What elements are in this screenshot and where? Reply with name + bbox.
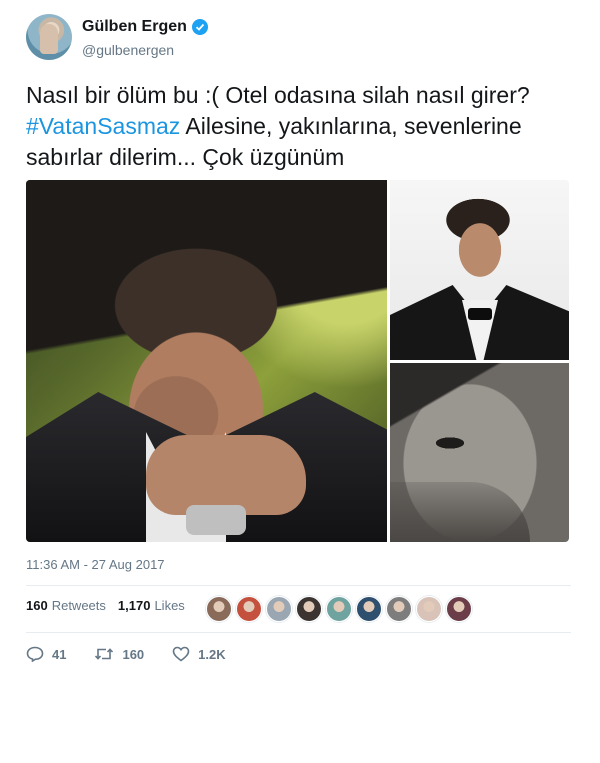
liker-avatar[interactable] [236,596,262,622]
user-handle[interactable]: @gulbenergen [82,42,174,58]
likes-count[interactable]: 1,170 [118,598,151,613]
media-grid [26,180,569,542]
reply-button[interactable]: 41 [26,646,66,662]
divider [26,632,571,633]
tweet-actions: 41 160 1.2K [26,646,254,662]
retweets-count[interactable]: 160 [26,598,48,613]
name-line: Gülben Ergen [82,18,208,36]
like-count: 1.2K [198,646,226,662]
reply-icon [26,646,44,662]
reply-count: 41 [52,646,67,662]
likes-label[interactable]: Likes [154,598,184,613]
heart-icon [172,646,190,662]
likers-avatars [206,596,472,622]
retweet-count: 160 [122,646,145,662]
divider [26,585,571,586]
retweets-label[interactable]: Retweets [52,598,106,613]
tweet-header: Gülben Ergen @gulbenergen [26,14,586,62]
media-photo-2[interactable] [390,180,569,360]
retweet-icon [95,648,114,660]
avatar[interactable] [26,14,72,60]
media-photo-3[interactable] [390,363,569,542]
liker-avatar[interactable] [206,596,232,622]
hashtag-link[interactable]: #VatanSasmaz [26,113,180,139]
liker-avatar[interactable] [296,596,322,622]
liker-avatar[interactable] [266,596,292,622]
verified-badge-icon [191,19,208,35]
tweet-stats: 160 Retweets 1,170 Likes [26,598,197,613]
retweet-button[interactable]: 160 [94,646,144,662]
liker-avatar[interactable] [356,596,382,622]
like-button[interactable]: 1.2K [172,646,226,662]
tweet-text: Nasıl bir ölüm bu :( Otel odasına silah … [26,80,581,173]
liker-avatar[interactable] [326,596,352,622]
liker-avatar[interactable] [386,596,412,622]
media-photo-1[interactable] [26,180,387,542]
tweet-text-part-1: Nasıl bir ölüm bu :( Otel odasına silah … [26,82,530,108]
liker-avatar[interactable] [416,596,442,622]
liker-avatar[interactable] [446,596,472,622]
display-name[interactable]: Gülben Ergen [82,18,187,36]
tweet-timestamp[interactable]: 11:36 AM - 27 Aug 2017 [26,557,165,572]
